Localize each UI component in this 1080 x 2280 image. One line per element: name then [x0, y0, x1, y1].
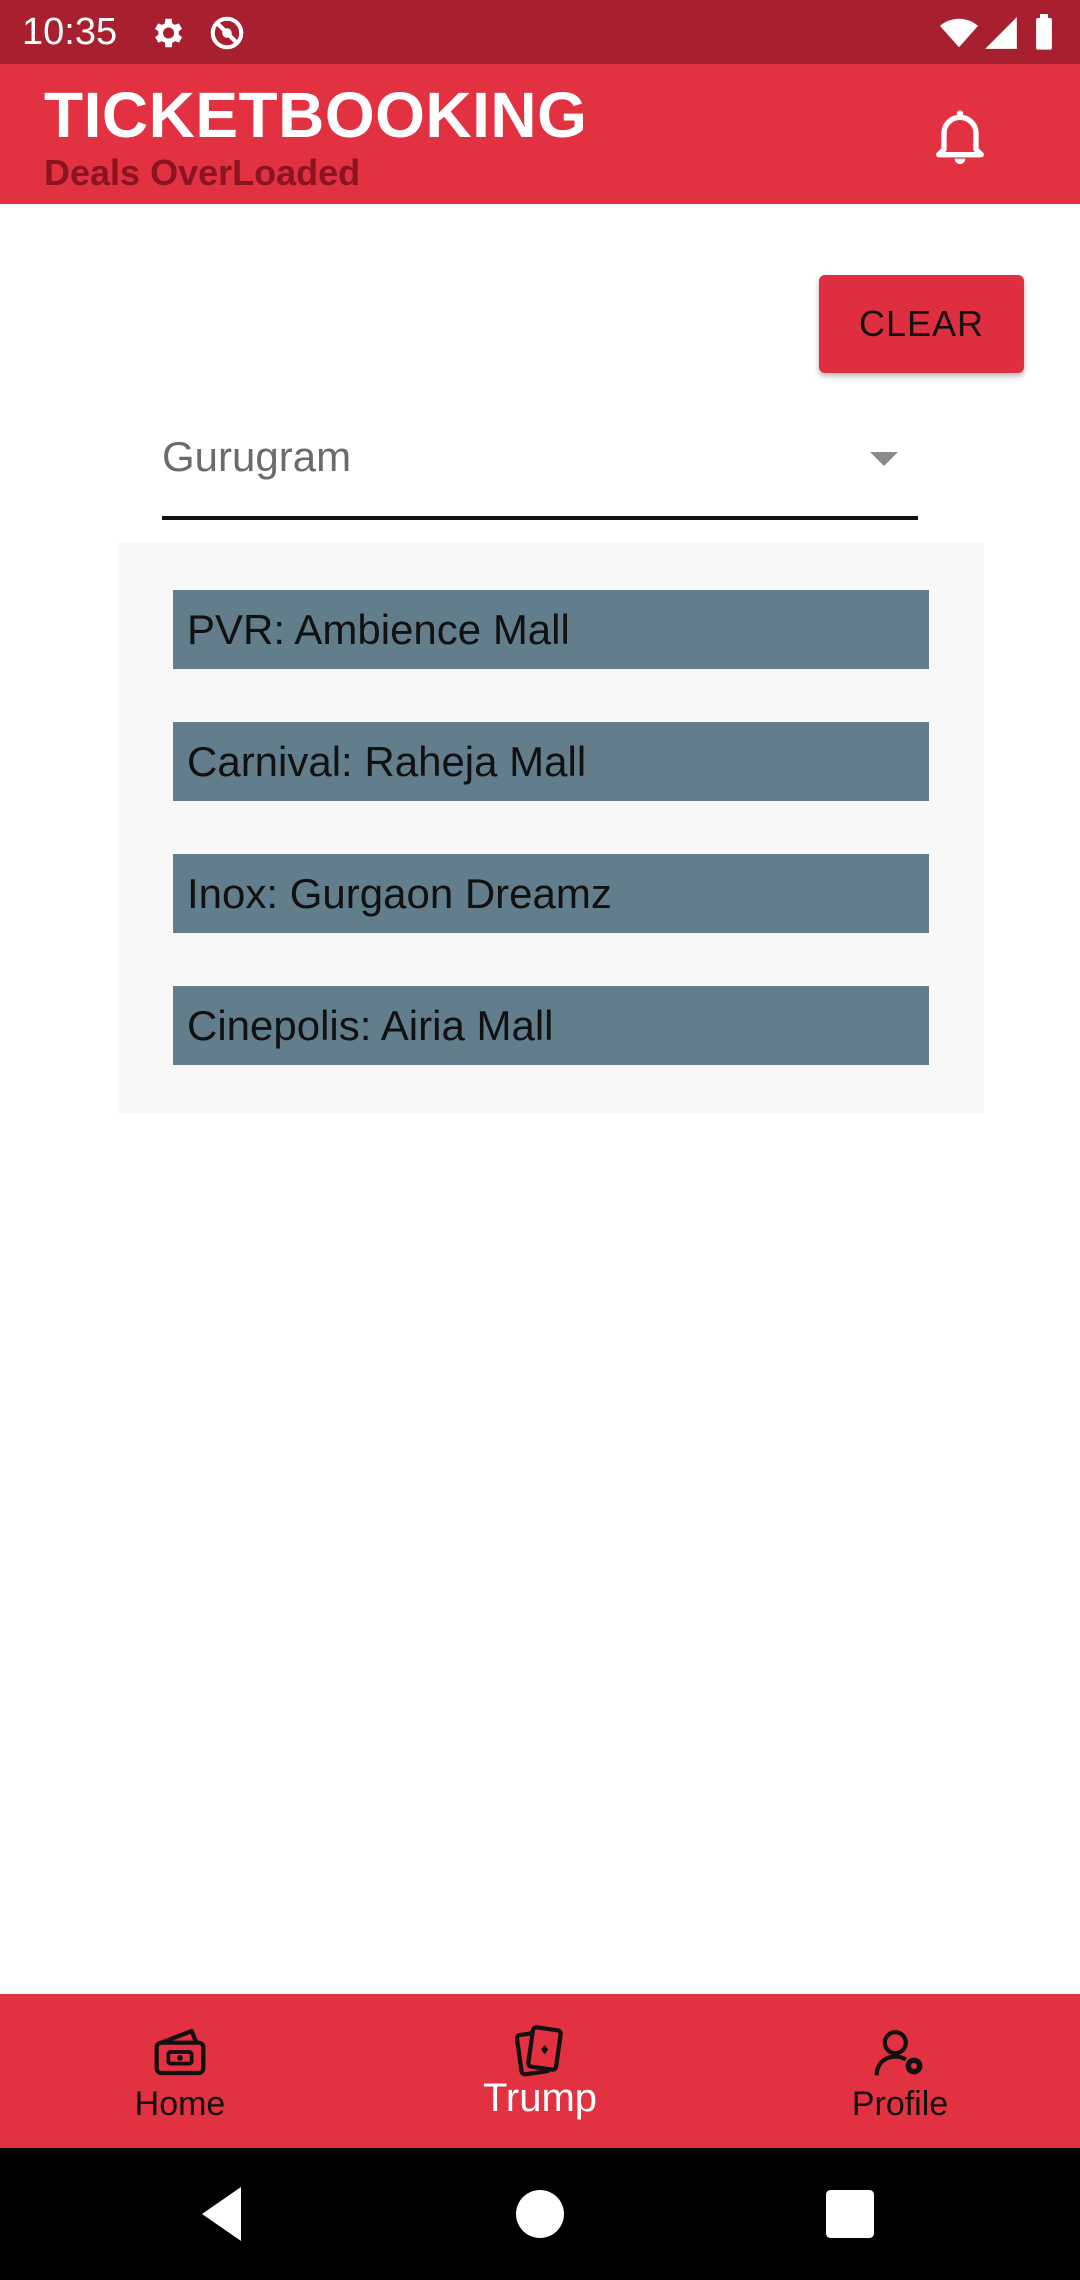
nav-label-trump: Trump [482, 2076, 598, 2120]
nav-item-trump[interactable]: Trump [360, 1994, 720, 2148]
nav-item-profile[interactable]: Profile [720, 1994, 1080, 2148]
bottom-nav: Home Trump Profile [0, 1994, 1080, 2148]
app-bar: TICKETBOOKING Deals OverLoaded [0, 64, 1080, 204]
clear-button[interactable]: CLEAR [819, 275, 1024, 373]
cards-icon [514, 2025, 563, 2077]
cinema-list: PVR: Ambience Mall Carnival: Raheja Mall… [118, 543, 984, 1113]
no-disturb-icon [210, 16, 244, 50]
screen: 10:35 TICKETBOOKING Deals OverLoaded CLE… [0, 0, 1080, 2280]
cinema-list-item[interactable]: Carnival: Raheja Mall [173, 722, 929, 801]
gear-icon [154, 18, 183, 48]
bell-icon[interactable] [928, 104, 992, 168]
signal-icon [985, 17, 1017, 49]
back-icon[interactable] [190, 2178, 262, 2250]
city-dropdown[interactable]: Gurugram [162, 410, 918, 520]
nav-label-home: Home [134, 2085, 226, 2123]
app-subtitle: Deals OverLoaded [44, 152, 361, 193]
home-circle-icon[interactable] [504, 2178, 576, 2250]
system-nav-bar [0, 2148, 1080, 2280]
city-dropdown-value: Gurugram [162, 433, 352, 480]
status-time: 10:35 [22, 11, 118, 53]
ticket-icon [154, 2028, 206, 2076]
cinema-list-item[interactable]: Inox: Gurgaon Dreamz [173, 854, 929, 933]
user-settings-icon [874, 2030, 923, 2076]
wifi-icon [940, 18, 978, 48]
status-bar: 10:35 [0, 0, 1080, 64]
recents-square-icon[interactable] [814, 2178, 886, 2250]
battery-icon [1036, 14, 1052, 50]
nav-label-profile: Profile [851, 2085, 949, 2123]
cinema-list-item[interactable]: PVR: Ambience Mall [173, 590, 929, 669]
nav-item-home[interactable]: Home [0, 1994, 360, 2148]
chevron-down-icon [870, 452, 898, 466]
app-title: TICKETBOOKING [44, 79, 588, 151]
cinema-list-item[interactable]: Cinepolis: Airia Mall [173, 986, 929, 1065]
